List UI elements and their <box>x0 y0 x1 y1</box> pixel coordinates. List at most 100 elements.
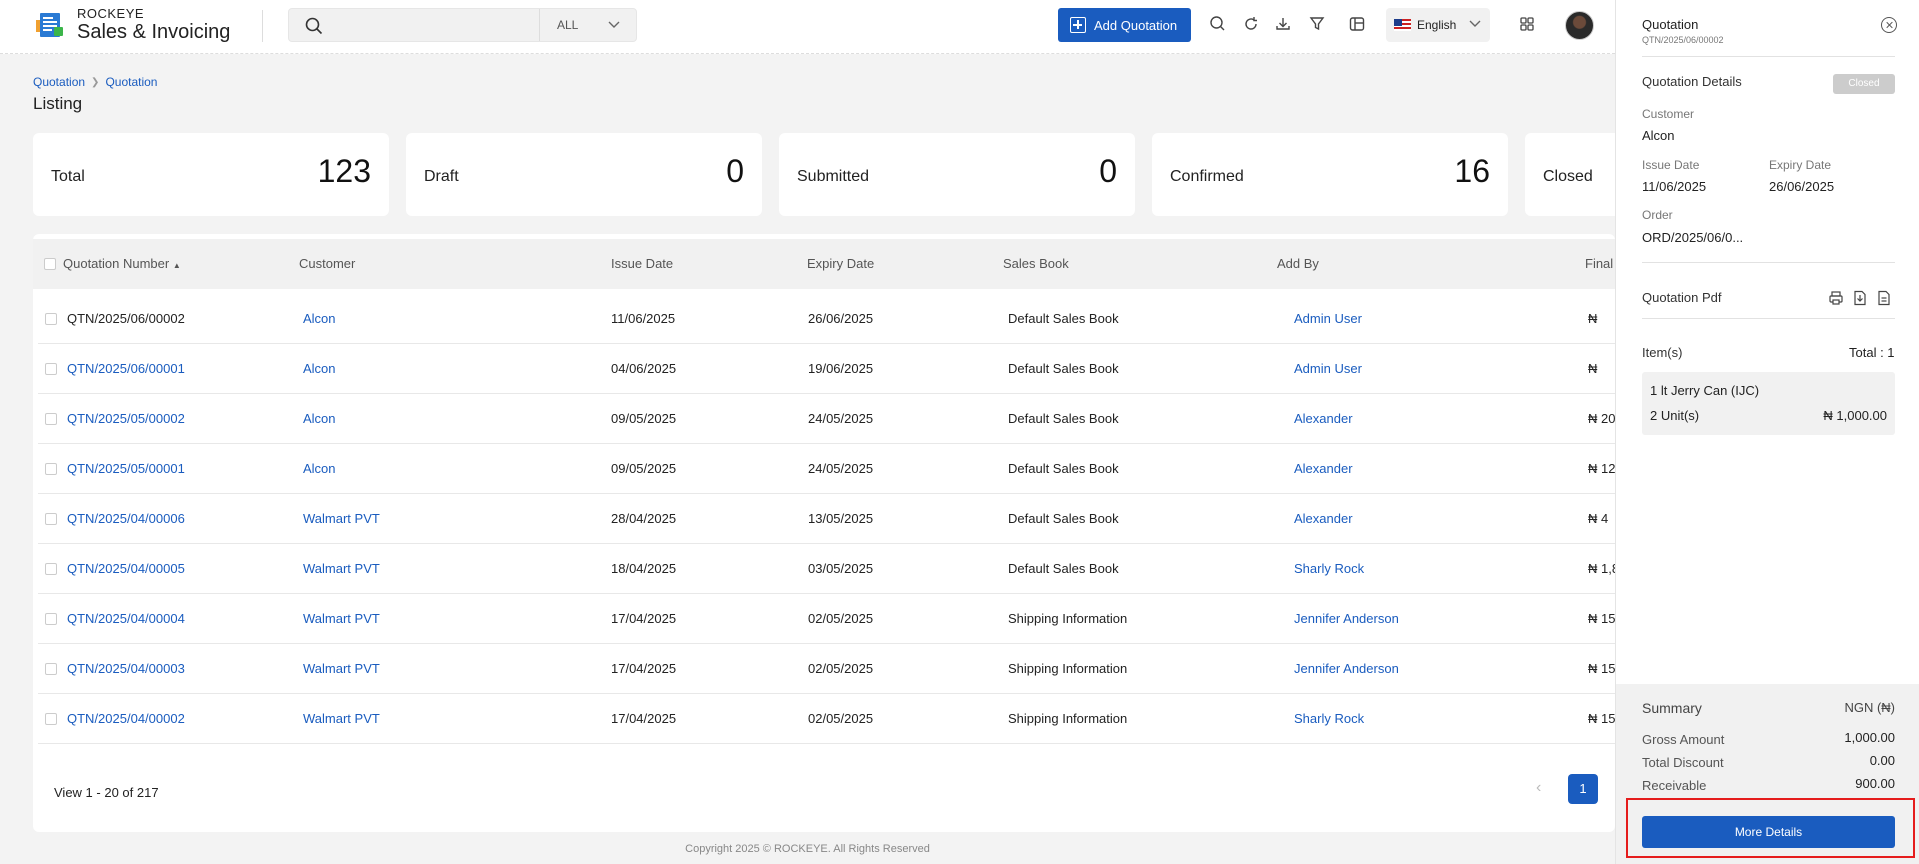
total-discount-value: 0.00 <box>1869 753 1895 768</box>
table-row[interactable]: QTN/2025/04/00003 Walmart PVT 17/04/2025 02… <box>38 644 1615 694</box>
added-by-link[interactable]: Sharly Rock <box>1294 561 1364 576</box>
columns-icon[interactable] <box>1348 15 1368 35</box>
order-link[interactable]: ORD/2025/06/0... <box>1642 230 1743 245</box>
pdf-view-icon[interactable] <box>1876 290 1892 309</box>
customer-link[interactable]: Alcon <box>303 461 336 476</box>
added-by-link[interactable]: Jennifer Anderson <box>1294 611 1399 626</box>
customer-link[interactable]: Walmart PVT <box>303 561 380 576</box>
table-row[interactable]: QTN/2025/06/00002 Alcon 11/06/2025 26/06/20… <box>38 294 1615 344</box>
gross-amount-value: 1,000.00 <box>1844 730 1895 745</box>
search-icon[interactable] <box>305 17 323 38</box>
table-row[interactable]: QTN/2025/05/00002 Alcon 09/05/2025 24/05/20… <box>38 394 1615 444</box>
stat-card-total[interactable]: Total 123 <box>33 133 389 216</box>
language-select[interactable]: English <box>1386 8 1490 42</box>
divider <box>1642 56 1895 57</box>
global-search[interactable]: ALL <box>288 8 637 42</box>
row-checkbox[interactable] <box>45 513 57 525</box>
chevron-down-icon[interactable] <box>607 18 621 35</box>
column-header-sales-book[interactable]: Sales Book <box>1003 256 1069 271</box>
added-by-link[interactable]: Alexander <box>1294 511 1353 526</box>
row-checkbox[interactable] <box>45 713 57 725</box>
customer-link[interactable]: Walmart PVT <box>303 511 380 526</box>
table-row[interactable]: QTN/2025/04/00004 Walmart PVT 17/04/2025 02… <box>38 594 1615 644</box>
table-row[interactable]: QTN/2025/04/00006 Walmart PVT 28/04/2025 13… <box>38 494 1615 544</box>
issue-date: 09/05/2025 <box>611 461 677 476</box>
added-by-link[interactable]: Jennifer Anderson <box>1294 661 1399 676</box>
quotation-number-link[interactable]: QTN/2025/04/00005 <box>67 561 185 576</box>
column-header-issue-date[interactable]: Issue Date <box>611 256 673 271</box>
row-checkbox[interactable] <box>45 663 57 675</box>
app-logo[interactable]: ROCKEYE Sales & Invoicing <box>36 7 230 42</box>
column-header-add-by[interactable]: Add By <box>1277 256 1319 271</box>
download-icon[interactable] <box>1274 15 1294 35</box>
customer-link[interactable]: Alcon <box>1642 128 1675 143</box>
quotation-number-link[interactable]: QTN/2025/04/00002 <box>67 711 185 726</box>
gross-amount-label: Gross Amount <box>1642 732 1725 747</box>
row-checkbox[interactable] <box>45 313 57 325</box>
quotation-number-link[interactable]: QTN/2025/04/00003 <box>67 661 185 676</box>
stat-value: 123 <box>317 153 371 189</box>
table-row[interactable]: QTN/2025/05/00001 Alcon 09/05/2025 24/05/20… <box>38 444 1615 494</box>
search-icon[interactable] <box>1209 15 1229 35</box>
customer-link[interactable]: Walmart PVT <box>303 711 380 726</box>
close-icon[interactable] <box>1881 17 1897 33</box>
search-filter-select[interactable]: ALL <box>557 18 578 32</box>
stat-card-closed[interactable]: Closed <box>1525 133 1615 216</box>
quotation-number-link[interactable]: QTN/2025/06/00002 <box>67 311 185 326</box>
stat-card-draft[interactable]: Draft 0 <box>406 133 762 216</box>
stat-card-submitted[interactable]: Submitted 0 <box>779 133 1135 216</box>
refresh-icon[interactable] <box>1242 15 1262 35</box>
pdf-heading: Quotation Pdf <box>1642 290 1722 305</box>
added-by-link[interactable]: Admin User <box>1294 361 1362 376</box>
row-checkbox[interactable] <box>45 613 57 625</box>
quotation-number-link[interactable]: QTN/2025/06/00001 <box>67 361 185 376</box>
filter-icon[interactable] <box>1308 15 1328 35</box>
table-row[interactable]: QTN/2025/06/00001 Alcon 04/06/2025 19/06/20… <box>38 344 1615 394</box>
stat-label: Draft <box>424 168 459 185</box>
added-by-link[interactable]: Alexander <box>1294 411 1353 426</box>
customer-link[interactable]: Alcon <box>303 311 336 326</box>
currency-label: NGN (₦) <box>1844 700 1895 715</box>
column-header-number[interactable]: Quotation Number ▲ <box>63 256 181 271</box>
row-checkbox[interactable] <box>45 413 57 425</box>
quotation-number-link[interactable]: QTN/2025/04/00006 <box>67 511 185 526</box>
added-by-link[interactable]: Admin User <box>1294 311 1362 326</box>
issue-date: 18/04/2025 <box>611 561 677 576</box>
breadcrumb-item-quotation[interactable]: Quotation <box>33 75 85 89</box>
table-row[interactable]: QTN/2025/04/00002 Walmart PVT 17/04/2025 02… <box>38 694 1615 744</box>
expiry-date: 26/06/2025 <box>808 311 874 326</box>
brand-name: Sales & Invoicing <box>77 21 231 43</box>
chevron-left-icon[interactable]: ‹ <box>1536 779 1541 797</box>
customer-link[interactable]: Walmart PVT <box>303 611 380 626</box>
customer-link[interactable]: Alcon <box>303 411 336 426</box>
stat-card-confirmed[interactable]: Confirmed 16 <box>1152 133 1508 216</box>
column-header-final[interactable]: Final <box>1585 256 1613 271</box>
print-icon[interactable] <box>1828 290 1844 309</box>
row-checkbox[interactable] <box>45 363 57 375</box>
customer-link[interactable]: Walmart PVT <box>303 661 380 676</box>
chevron-right-icon: ❯ <box>91 76 100 88</box>
quotation-number-link[interactable]: QTN/2025/05/00002 <box>67 411 185 426</box>
page-button-1[interactable]: 1 <box>1568 774 1598 804</box>
added-by-link[interactable]: Sharly Rock <box>1294 711 1364 726</box>
table-row[interactable]: QTN/2025/04/00005 Walmart PVT 18/04/2025 03… <box>38 544 1615 594</box>
quotation-detail-panel: Quotation QTN/2025/06/00002 Quotation De… <box>1615 0 1919 864</box>
customer-link[interactable]: Alcon <box>303 361 336 376</box>
breadcrumb-item-current[interactable]: Quotation <box>105 75 157 89</box>
user-avatar[interactable] <box>1565 11 1594 40</box>
apps-grid-icon[interactable] <box>1518 15 1538 35</box>
row-checkbox[interactable] <box>45 563 57 575</box>
pdf-download-icon[interactable] <box>1852 290 1868 309</box>
issue-date-label: Issue Date <box>1642 158 1700 172</box>
final-amount: ₦ <box>1588 311 1598 326</box>
column-header-expiry-date[interactable]: Expiry Date <box>807 256 874 271</box>
column-header-customer[interactable]: Customer <box>299 256 355 271</box>
select-all-checkbox[interactable] <box>44 258 56 270</box>
added-by-link[interactable]: Alexander <box>1294 461 1353 476</box>
quotation-number-link[interactable]: QTN/2025/05/00001 <box>67 461 185 476</box>
item-name-link[interactable]: 1 lt Jerry Can (IJC) <box>1650 383 1759 398</box>
add-quotation-button[interactable]: Add Quotation <box>1058 8 1191 42</box>
expiry-date: 13/05/2025 <box>808 511 874 526</box>
quotation-number-link[interactable]: QTN/2025/04/00004 <box>67 611 185 626</box>
row-checkbox[interactable] <box>45 463 57 475</box>
